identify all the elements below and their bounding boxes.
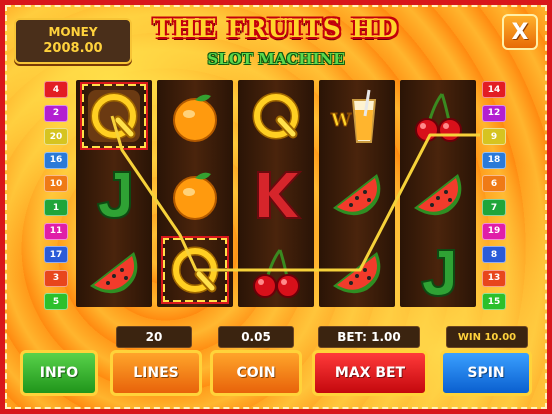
letter-j-icon [96, 171, 131, 220]
max-bet-button[interactable]: MAX BET [312, 350, 428, 396]
right-line-badge: 6 [482, 175, 506, 193]
symbol-watermelon [323, 160, 391, 228]
left-line-badge: 3 [44, 269, 68, 287]
money-label: MONEY [48, 25, 98, 39]
right-line-badge: 14 [482, 81, 506, 98]
letter-k-icon [257, 171, 303, 219]
lines-value: 20 [116, 326, 192, 348]
coin-button[interactable]: COIN [210, 350, 302, 396]
game-title: THE FRUITS HD [153, 14, 399, 43]
left-line-badge: 2 [44, 104, 68, 122]
symbol-cherry [242, 238, 310, 306]
symbol-cherry [404, 82, 472, 150]
symbol-watermelon [80, 238, 148, 306]
right-line-badge: 13 [482, 269, 506, 287]
reel-2 [157, 80, 233, 307]
symbol-orange [161, 82, 229, 150]
left-line-badge: 20 [44, 128, 68, 146]
bet-value: BET: 1.00 [318, 326, 420, 348]
win-value: WIN 10.00 [446, 326, 528, 348]
close-icon: X [511, 19, 529, 45]
watermelon-icon [333, 252, 381, 294]
orange-icon [173, 172, 217, 220]
orange-icon [173, 94, 217, 142]
reel-3 [238, 80, 314, 307]
symbol-q [80, 82, 148, 150]
left-line-badge: 4 [44, 81, 68, 98]
right-line-badge: 12 [482, 104, 506, 122]
left-line-badge: 10 [44, 175, 68, 193]
left-line-badge: 11 [44, 222, 68, 240]
watermelon-icon [414, 174, 462, 216]
info-button[interactable]: INFO [20, 350, 98, 396]
cherry-icon [253, 249, 300, 298]
spin-button[interactable]: SPIN [440, 350, 532, 396]
right-line-badge: 15 [482, 293, 506, 311]
symbol-k [242, 160, 310, 228]
svg-text:W: W [330, 110, 352, 131]
right-line-badge: 19 [482, 222, 506, 240]
lines-button[interactable]: LINES [110, 350, 202, 396]
symbol-q [242, 82, 310, 150]
right-line-badge: 8 [482, 246, 506, 264]
letter-q-icon [252, 92, 300, 140]
symbol-orange [161, 160, 229, 228]
symbol-watermelon [404, 160, 472, 228]
left-line-badge: 17 [44, 246, 68, 264]
right-line-badge: 9 [482, 128, 506, 146]
coin-value: 0.05 [218, 326, 294, 348]
game-subtitle: SLOT MACHINE [207, 50, 345, 68]
symbol-j [80, 160, 148, 228]
right-line-badge: 7 [482, 199, 506, 216]
cherry-icon [415, 93, 462, 142]
left-line-badge: 16 [44, 151, 68, 169]
left-line-badge: 1 [44, 199, 68, 216]
symbol-wild: W [323, 82, 391, 150]
reel-1 [76, 80, 152, 307]
watermelon-icon [90, 252, 138, 294]
reel-4: W [319, 80, 395, 307]
money-value: 2008.00 [43, 41, 103, 56]
letter-q-icon [88, 90, 140, 142]
symbol-watermelon [323, 238, 391, 306]
left-line-badge: 5 [44, 293, 68, 311]
letter-q-icon [171, 246, 219, 294]
symbol-j [404, 238, 472, 306]
letter-j-icon [420, 249, 455, 298]
watermelon-icon [333, 174, 381, 216]
money-display: MONEY 2008.00 [14, 18, 132, 64]
close-button[interactable]: X [502, 14, 538, 50]
wild-glass-icon: W [330, 89, 377, 143]
reel-5 [400, 80, 476, 307]
right-line-badge: 18 [482, 151, 506, 169]
symbol-q [161, 236, 229, 304]
reels-area: W [76, 80, 476, 307]
